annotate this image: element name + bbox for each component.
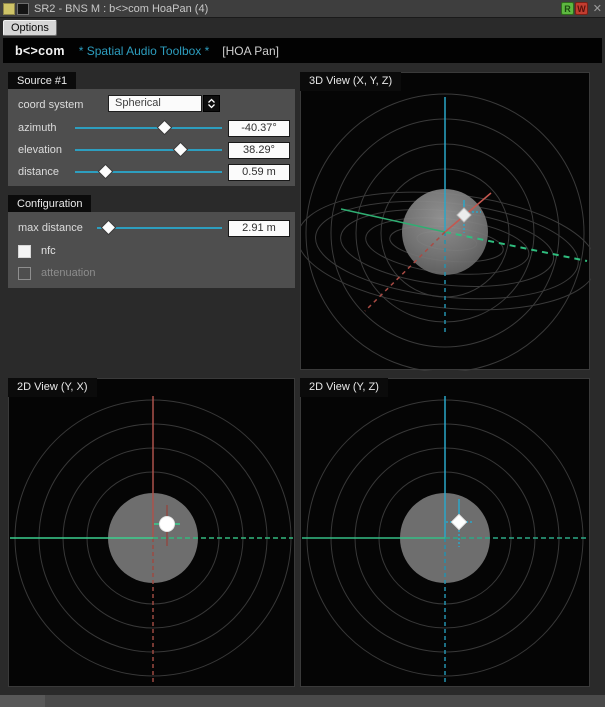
window-pin-icon[interactable] — [17, 3, 29, 15]
view-2d-yz-tab: 2D View (Y, Z) — [300, 378, 388, 397]
elevation-value[interactable]: 38.29° — [228, 142, 290, 159]
options-button[interactable]: Options — [3, 20, 57, 36]
options-bar: Options — [0, 18, 605, 38]
app-title: * Spatial Audio Toolbox * — [79, 44, 210, 58]
max-distance-value[interactable]: 2.91 m — [228, 220, 290, 237]
view-2d-yx-panel[interactable]: 2D View (Y, X) — [8, 378, 295, 687]
axes-yz — [302, 396, 588, 685]
coord-system-label: coord system — [18, 99, 83, 111]
coord-system-dropdown-button[interactable] — [203, 95, 220, 112]
source-panel: coord system Spherical azimuth -40.37° e… — [8, 89, 295, 186]
view-3d-tab: 3D View (X, Y, Z) — [300, 72, 401, 91]
close-icon[interactable]: ✕ — [593, 0, 602, 18]
view-3d-canvas — [301, 73, 591, 371]
automation-read-button[interactable]: R — [561, 2, 574, 15]
distance-value[interactable]: 0.59 m — [228, 164, 290, 181]
view-2d-yx-tab: 2D View (Y, X) — [8, 378, 97, 397]
azimuth-label: azimuth — [18, 122, 57, 134]
distance-slider[interactable] — [75, 171, 222, 173]
max-distance-slider[interactable] — [97, 227, 222, 229]
max-distance-label: max distance — [18, 222, 83, 234]
window-menu-icon[interactable] — [3, 3, 15, 15]
elevation-label: elevation — [18, 144, 62, 156]
view-2d-yx-canvas — [9, 379, 294, 686]
config-panel: max distance 2.91 m nfc attenuation — [8, 212, 295, 288]
azimuth-slider[interactable] — [75, 127, 222, 129]
plugin-header: b<>com * Spatial Audio Toolbox * [HOA Pa… — [3, 38, 602, 63]
elevation-slider-handle[interactable] — [174, 143, 187, 156]
nfc-checkbox[interactable] — [18, 245, 31, 258]
plugin-name: [HOA Pan] — [222, 44, 279, 58]
coord-system-select[interactable]: Spherical — [108, 95, 202, 112]
resize-grip[interactable] — [0, 695, 45, 707]
distance-slider-handle[interactable] — [99, 165, 112, 178]
view-2d-yz-panel[interactable]: 2D View (Y, Z) — [300, 378, 590, 687]
elevation-slider[interactable] — [75, 149, 222, 151]
view-2d-yz-canvas — [301, 379, 589, 686]
attenuation-checkbox — [18, 267, 31, 280]
automation-write-button[interactable]: W — [575, 2, 588, 15]
window-title: SR2 - BNS M : b<>com HoaPan (4) — [34, 0, 208, 18]
nfc-label: nfc — [41, 245, 56, 257]
plugin-window: SR2 - BNS M : b<>com HoaPan (4) R W ✕ Op… — [0, 0, 605, 707]
attenuation-label: attenuation — [41, 267, 95, 279]
azimuth-value[interactable]: -40.37° — [228, 120, 290, 137]
bcom-logo: b<>com — [15, 44, 65, 58]
view-3d-panel[interactable]: 3D View (X, Y, Z) — [300, 72, 590, 370]
window-bottom-edge — [0, 695, 605, 707]
max-distance-slider-handle[interactable] — [102, 221, 115, 234]
chevron-updown-icon — [205, 97, 218, 110]
titlebar[interactable]: SR2 - BNS M : b<>com HoaPan (4) R W ✕ — [0, 0, 605, 18]
distance-label: distance — [18, 166, 59, 178]
azimuth-slider-handle[interactable] — [158, 121, 171, 134]
